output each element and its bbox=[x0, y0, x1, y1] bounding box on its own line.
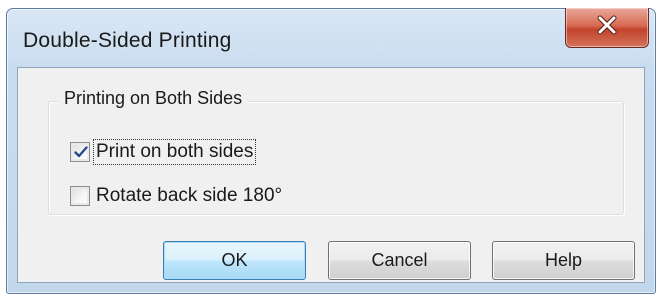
rotate-back-side-checkbox[interactable] bbox=[70, 186, 90, 206]
checkmark-icon bbox=[74, 146, 88, 158]
help-button[interactable]: Help bbox=[492, 241, 635, 280]
rotate-back-side-option[interactable]: Rotate back side 180° bbox=[70, 184, 284, 208]
print-on-both-sides-checkbox[interactable] bbox=[70, 142, 90, 162]
title-bar[interactable]: Double-Sided Printing bbox=[7, 8, 655, 65]
rotate-back-side-label[interactable]: Rotate back side 180° bbox=[94, 184, 284, 208]
dialog-body: Printing on Both Sides Print on both sid… bbox=[17, 67, 645, 283]
dialog-window: Double-Sided Printing Printing on Both S… bbox=[6, 8, 656, 294]
print-on-both-sides-label[interactable]: Print on both sides bbox=[92, 139, 257, 165]
print-on-both-sides-option[interactable]: Print on both sides bbox=[70, 139, 257, 165]
close-button[interactable] bbox=[565, 8, 649, 48]
group-label: Printing on Both Sides bbox=[58, 88, 249, 109]
dialog-title: Double-Sided Printing bbox=[23, 29, 232, 52]
ok-button[interactable]: OK bbox=[163, 241, 306, 280]
cancel-button[interactable]: Cancel bbox=[328, 241, 471, 280]
close-icon bbox=[596, 15, 618, 40]
